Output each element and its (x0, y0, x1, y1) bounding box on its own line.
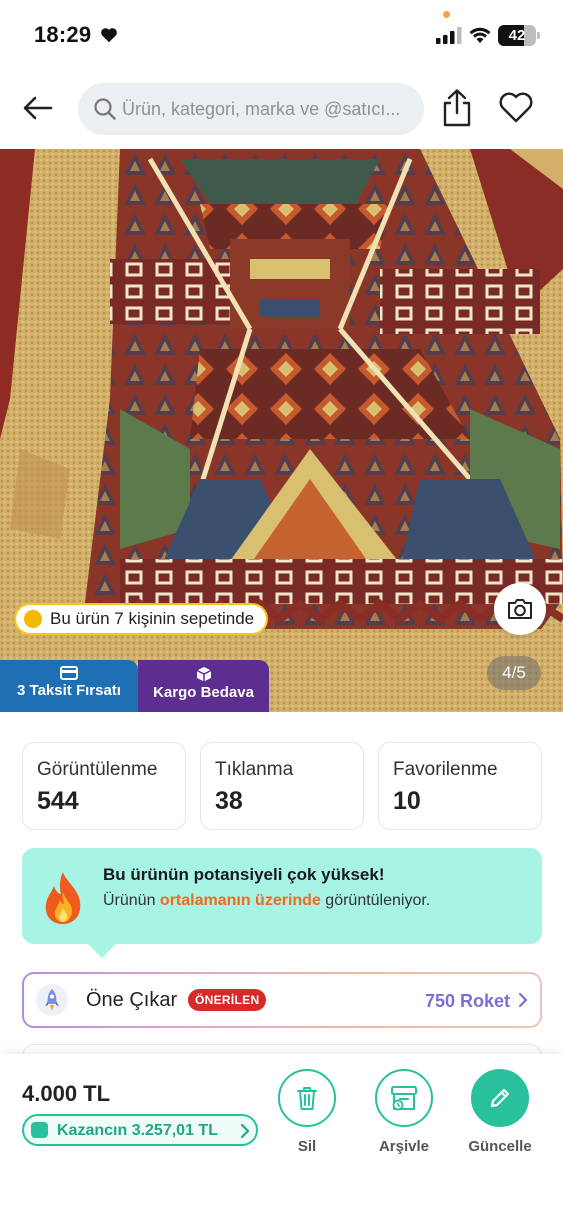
archive-label: Arşivle (378, 1138, 430, 1155)
product-price: 4.000 TL (22, 1081, 111, 1106)
installment-tag: 3 Taksit Fırsatı (0, 660, 138, 712)
chevron-right-icon (518, 992, 528, 1008)
earning-text: Kazancın 3.257,01 TL (57, 1122, 218, 1139)
views-label: Görüntülenme (37, 759, 158, 780)
status-bar: 18:29 42 (0, 0, 563, 70)
package-icon (196, 667, 211, 682)
banner-pointer (87, 929, 117, 959)
archive-action[interactable]: Arşivle (369, 1069, 439, 1155)
potential-desc-before: Ürünün (103, 892, 160, 909)
archive-icon (391, 1086, 417, 1111)
battery-level: 42 (508, 27, 526, 44)
stats-row: Görüntülenme 544 Tıklanma 38 Favorilenme… (22, 742, 542, 830)
free-shipping-tag: Kargo Bedava (138, 660, 269, 712)
installment-label: 3 Taksit Fırsatı (17, 682, 121, 699)
wallet-icon (31, 1122, 48, 1138)
share-icon[interactable] (440, 88, 474, 128)
favorites-label: Favorilenme (393, 759, 498, 780)
fire-icon (45, 872, 81, 924)
privacy-dot (443, 11, 450, 18)
clicks-stat-card: Tıklanma 38 (200, 742, 364, 830)
wifi-icon (469, 27, 491, 43)
status-time: 18:29 (34, 22, 92, 47)
delete-button[interactable] (278, 1069, 336, 1127)
views-stat-card: Görüntülenme 544 (22, 742, 186, 830)
recommended-badge: ÖNERİLEN (188, 989, 267, 1011)
update-button[interactable] (471, 1069, 529, 1127)
favorites-value: 10 (393, 787, 421, 815)
camera-button[interactable] (494, 583, 546, 635)
potential-banner: Bu ürünün potansiyeli çok yüksek! Ürünün… (22, 848, 542, 959)
free-shipping-label: Kargo Bedava (153, 684, 254, 701)
search-bar[interactable] (78, 83, 424, 135)
trash-icon (297, 1087, 317, 1110)
chevron-right-icon (240, 1123, 250, 1139)
heart-status-icon (101, 28, 117, 43)
delete-label: Sil (297, 1138, 317, 1155)
promote-title: Öne Çıkar (86, 989, 178, 1011)
basket-icon (24, 610, 42, 628)
potential-description: Ürünün ortalamanın üzerinde görüntüleniy… (103, 892, 430, 910)
views-value: 544 (37, 787, 79, 815)
clicks-value: 38 (215, 787, 243, 815)
update-action[interactable]: Güncelle (465, 1069, 535, 1155)
search-icon (94, 98, 116, 120)
search-input[interactable] (122, 83, 412, 135)
top-navigation (0, 82, 563, 136)
potential-title: Bu ürünün potansiyeli çok yüksek! (103, 865, 385, 884)
battery-indicator: 42 (498, 25, 540, 46)
potential-desc-after: görüntüleniyor. (320, 892, 431, 909)
delete-action[interactable]: Sil (272, 1069, 342, 1155)
promote-row[interactable]: Öne Çıkar ÖNERİLEN 750 Roket (22, 972, 542, 1028)
basket-info-pill: Bu ürün 7 kişinin sepetinde (14, 603, 269, 635)
earning-pill[interactable]: Kazancın 3.257,01 TL (22, 1114, 258, 1146)
rocket-icon (36, 984, 68, 1016)
basket-text: Bu ürün 7 kişinin sepetinde (50, 609, 255, 628)
potential-desc-highlight: ortalamanın üzerinde (159, 892, 321, 909)
back-arrow-icon[interactable] (20, 90, 56, 126)
pencil-icon (490, 1088, 510, 1108)
favorite-heart-icon[interactable] (498, 90, 534, 124)
image-counter: 4/5 (487, 656, 541, 690)
bottom-action-bar: 4.000 TL Kazancın 3.257,01 TL Sil Arşivl… (0, 1054, 563, 1219)
favorites-stat-card: Favorilenme 10 (378, 742, 542, 830)
clicks-label: Tıklanma (215, 759, 294, 780)
product-image-gallery[interactable]: Bu ürün 7 kişinin sepetinde 4/5 3 Taksit… (0, 149, 563, 712)
camera-icon (508, 599, 532, 619)
promote-price: 750 Roket (424, 991, 510, 1011)
cellular-signal-icon (436, 27, 462, 44)
credit-card-icon (60, 666, 78, 680)
update-label: Güncelle (468, 1138, 532, 1155)
archive-button[interactable] (375, 1069, 433, 1127)
